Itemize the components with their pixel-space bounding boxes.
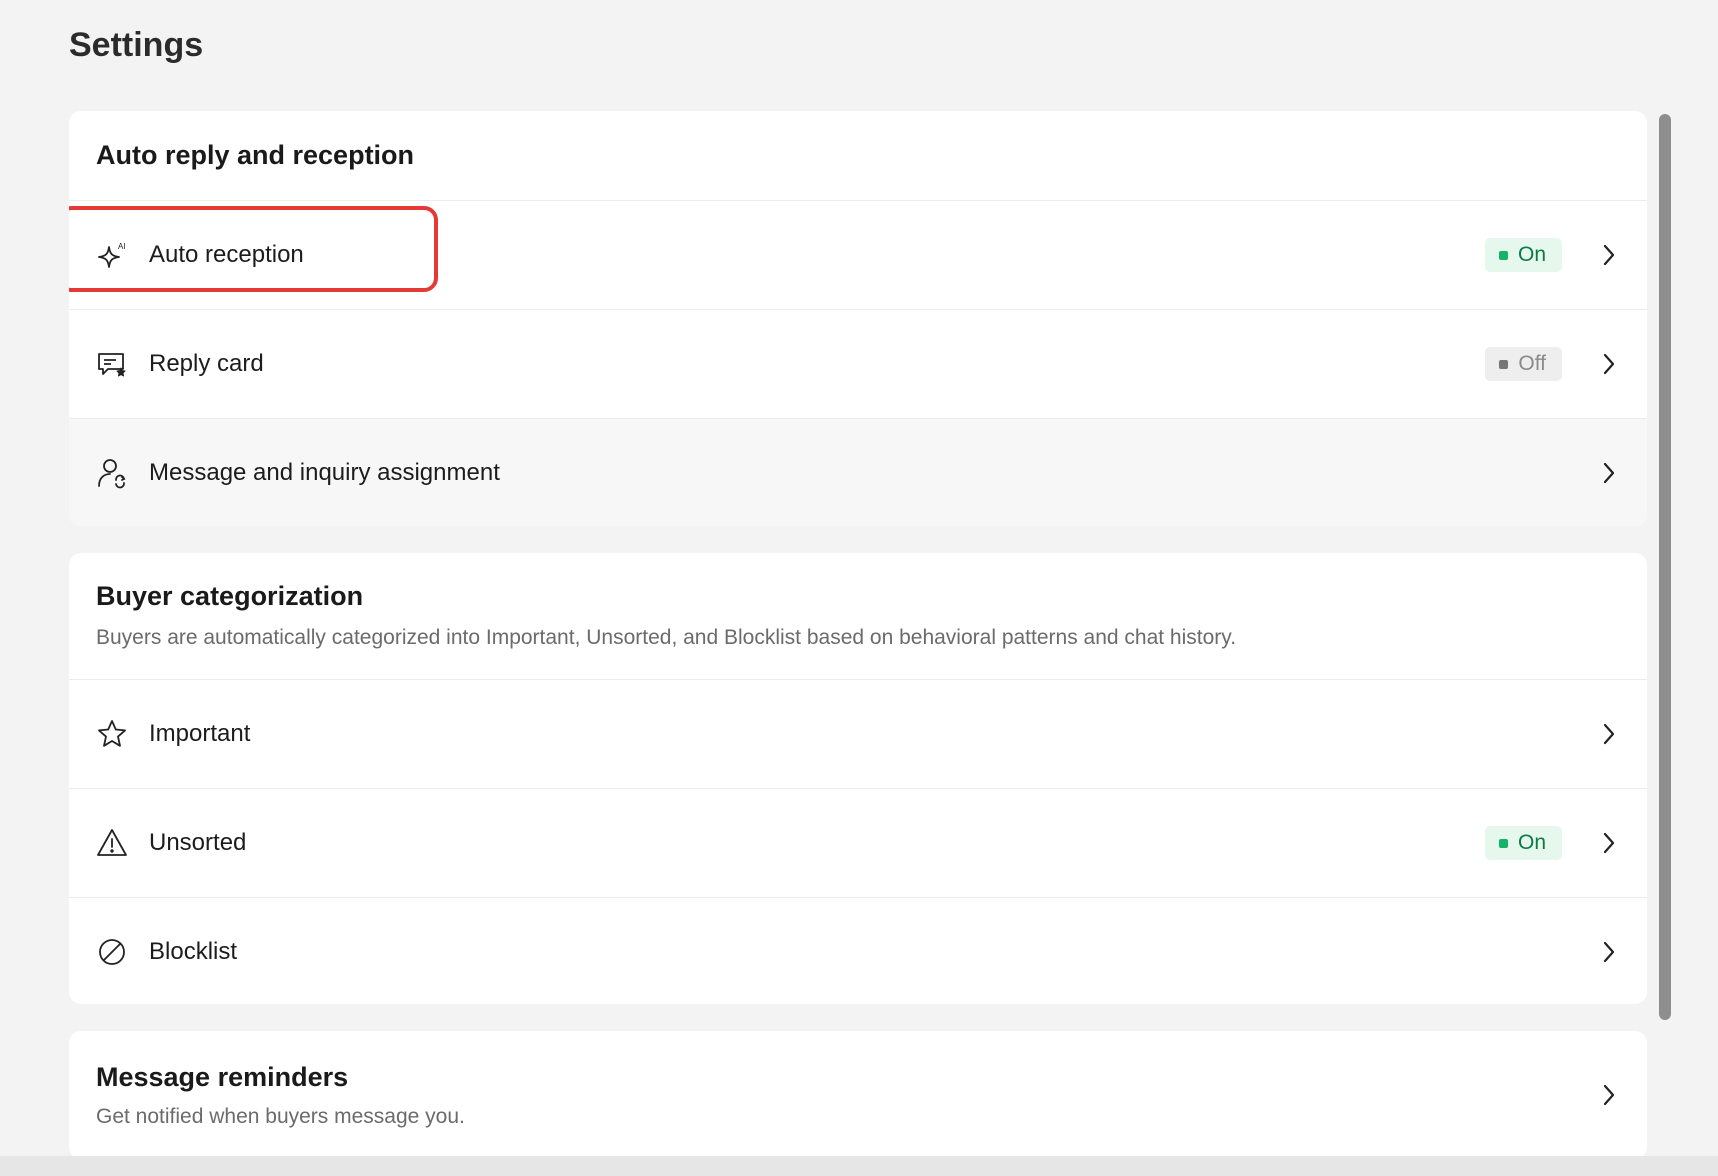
status-badge: On [1484,238,1562,272]
chevron-right-icon [1598,938,1620,966]
chevron-right-icon [1598,459,1620,487]
message-reminders-row[interactable]: Message reminders Get notified when buye… [69,1031,1647,1159]
row-label: Important [149,720,251,747]
row-message-assignment[interactable]: Message and inquiry assignment [69,418,1647,526]
auto-reply-card: Auto reply and reception AI Auto recepti… [69,111,1647,526]
warning-icon [96,827,128,859]
user-assign-icon [96,457,128,489]
buyer-title: Buyer categorization [96,581,364,611]
row-unsorted[interactable]: Unsorted On [69,788,1647,897]
row-label: Blocklist [149,938,238,965]
block-icon [96,936,128,968]
reply-card-icon [96,348,128,380]
auto-reply-header: Auto reply and reception [69,111,1647,200]
message-reminders-card[interactable]: Message reminders Get notified when buye… [69,1031,1647,1159]
settings-page: Settings Auto reply and reception AI Aut… [0,0,1718,1176]
row-label: Message and inquiry assignment [149,459,500,486]
row-blocklist[interactable]: Blocklist [69,897,1647,1004]
status-badge: Off [1485,347,1562,381]
chevron-right-icon [1598,1081,1620,1109]
status-dot [1498,838,1508,848]
status-text: Off [1518,352,1546,375]
status-dot [1499,359,1509,369]
star-icon [96,718,128,750]
page-title: Settings [69,26,204,64]
auto-reply-title: Auto reply and reception [96,140,415,170]
status-text: On [1517,831,1546,854]
row-auto-reception[interactable]: AI Auto reception On [69,200,1647,309]
chevron-right-icon [1598,720,1620,748]
row-label: Unsorted [149,829,247,856]
chevron-right-icon [1598,829,1620,857]
reminders-description: Get notified when buyers message you. [96,1104,465,1128]
status-badge: On [1484,826,1562,860]
reminders-title: Message reminders [96,1061,349,1092]
svg-text:AI: AI [118,242,126,251]
buyer-categorization-card: Buyer categorization Buyers are automati… [69,553,1647,1004]
buyer-description: Buyers are automatically categorized int… [96,626,1237,649]
row-reply-card[interactable]: Reply card Off [69,309,1647,418]
row-label: Reply card [149,350,264,377]
chevron-right-icon [1598,350,1620,378]
row-label: Auto reception [149,241,304,268]
status-text: On [1517,243,1546,266]
message-reminders-text: Message reminders Get notified when buye… [96,1062,1598,1129]
scrollbar-thumb[interactable] [1659,114,1671,1020]
bottom-edge [0,1156,1718,1176]
status-dot [1498,250,1508,260]
row-important[interactable]: Important [69,679,1647,788]
buyer-header: Buyer categorization Buyers are automati… [69,553,1647,679]
ai-sparkle-icon: AI [96,239,128,271]
chevron-right-icon [1598,241,1620,269]
